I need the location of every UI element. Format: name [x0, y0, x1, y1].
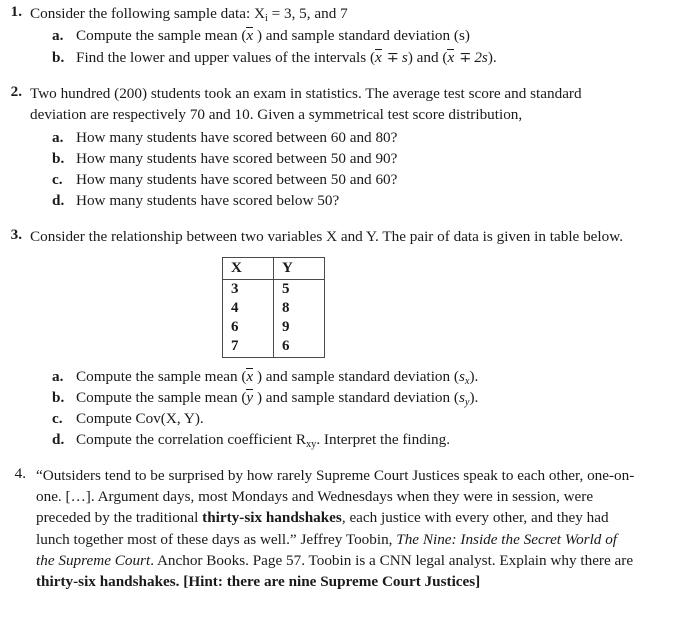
- question-2-subitem-d-text: How many students have scored below 50?: [76, 192, 340, 210]
- q1a-pre: Compute the sample mean (: [76, 27, 247, 45]
- cell-x: 7: [222, 337, 274, 358]
- table-row: 3 5: [222, 279, 325, 300]
- q4-bold-hint: thirty-six handshakes. [Hint: there are …: [36, 572, 481, 590]
- question-1-subitem-a: a. Compute the sample mean (x ) and samp…: [52, 26, 673, 47]
- cell-x: 6: [222, 318, 274, 338]
- minus-plus-icon: ∓: [459, 50, 472, 67]
- question-2-subitem-a-letter: a.: [52, 129, 64, 147]
- column-header-x: X: [222, 257, 274, 281]
- question-2-subitem-d: d. How many students have scored below 5…: [52, 191, 673, 212]
- worksheet-page: 1. Consider the following sample data: X…: [0, 3, 673, 641]
- cell-x: 3: [222, 279, 274, 300]
- question-2-subitem-b: b. How many students have scored between…: [52, 149, 673, 170]
- question-1-subitem-b: b. Find the lower and upper values of th…: [52, 48, 673, 69]
- question-3: 3. Consider the relationship between two…: [0, 226, 673, 247]
- q1b-mid: ) and (: [407, 49, 448, 67]
- question-3-subitem-a-text: Compute the sample mean (x ) and sample …: [76, 367, 673, 388]
- q3b-pre: Compute the sample mean (: [76, 389, 247, 407]
- question-3-subitem-d: d. Compute the correlation coefficient R…: [52, 430, 673, 451]
- cell-x: 4: [222, 299, 274, 319]
- question-2-subitem-c-letter: c.: [52, 171, 63, 189]
- question-2-subitem-b-text: How many students have scored between 50…: [76, 150, 398, 168]
- q3d-pre: Compute the correlation coefficient R: [76, 431, 306, 449]
- q3a-mid: ) and sample standard deviation (: [253, 368, 459, 386]
- xy-data-table: X Y 3 5 4 8 6 9 7 6: [222, 257, 325, 359]
- question-2-subitem-d-letter: d.: [52, 192, 65, 210]
- question-2-subitem-a-text: How many students have scored between 60…: [76, 129, 398, 147]
- question-3-subitem-c-letter: c.: [52, 410, 63, 428]
- cell-y: 9: [273, 318, 325, 338]
- table-row: 4 8: [222, 299, 325, 319]
- cell-y: 8: [273, 299, 325, 319]
- table-body: 3 5 4 8 6 9 7 6: [222, 279, 325, 358]
- question-2-subitem-b-letter: b.: [52, 150, 65, 168]
- q1b-2s: 2s: [474, 49, 488, 67]
- minus-plus-icon: ∓: [386, 50, 399, 67]
- table-row: 6 9: [222, 318, 325, 338]
- q3a-pre: Compute the sample mean (: [76, 368, 247, 386]
- question-2-subitem-c-text: How many students have scored between 50…: [76, 171, 398, 189]
- question-2-text: Two hundred (200) students took an exam …: [30, 85, 582, 124]
- question-1-subitem-a-text: Compute the sample mean (x ) and sample …: [76, 26, 673, 47]
- q1b-pre: Find the lower and upper values of the i…: [76, 49, 376, 67]
- question-2: 2. Two hundred (200) students took an ex…: [0, 83, 673, 125]
- question-2-subitem-a: a. How many students have scored between…: [52, 128, 673, 149]
- question-1-subitem-b-text: Find the lower and upper values of the i…: [76, 48, 673, 69]
- question-3-subitem-c: c. Compute Cov(X, Y).: [52, 409, 673, 430]
- q3b-mid: ) and sample standard deviation (: [253, 389, 459, 407]
- question-1-text-pre: Consider the following sample data: X: [30, 5, 265, 22]
- q1b-post: ).: [487, 49, 497, 67]
- question-3-subitem-c-text: Compute Cov(X, Y).: [76, 410, 204, 428]
- question-3-subitem-b-text: Compute the sample mean (y ) and sample …: [76, 388, 673, 409]
- q4-part-3: . Anchor Books. Page 57. Toobin is a CNN…: [150, 551, 634, 569]
- question-3-subitem-b: b. Compute the sample mean (y ) and samp…: [52, 388, 673, 409]
- question-1: 1. Consider the following sample data: X…: [0, 3, 673, 24]
- q3d-post: . Interpret the finding.: [316, 431, 451, 449]
- question-3-subitem-d-letter: d.: [52, 431, 65, 449]
- question-1-text: Consider the following sample data: Xi =…: [30, 3, 635, 24]
- question-3-subitem-a: a. Compute the sample mean (x ) and samp…: [52, 367, 673, 388]
- question-4-text: “Outsiders tend to be surprised by how r…: [36, 465, 636, 592]
- question-1-subitem-b-letter: b.: [52, 49, 65, 67]
- question-3-subitem-b-letter: b.: [52, 389, 65, 407]
- table-head: X Y: [222, 257, 325, 281]
- question-4: 4. “Outsiders tend to be surprised by ho…: [0, 465, 673, 592]
- r-subscript-xy: xy: [306, 439, 317, 450]
- x-bar-symbol: x: [375, 49, 382, 67]
- question-3-text: Consider the relationship between two va…: [30, 228, 623, 246]
- table-header-row: X Y: [222, 257, 325, 281]
- column-header-y: Y: [273, 257, 325, 281]
- data-table-wrapper: X Y 3 5 4 8 6 9 7 6: [0, 257, 673, 359]
- q4-bold-handshakes: thirty-six handshakes: [202, 509, 342, 527]
- question-1-text-post: = 3, 5, and 7: [267, 5, 348, 22]
- cell-y: 5: [273, 279, 325, 300]
- question-3-subitem-a-letter: a.: [52, 368, 64, 386]
- question-1-subitem-a-letter: a.: [52, 27, 64, 45]
- question-3-subitem-d-text: Compute the correlation coefficient Rxy.…: [76, 430, 673, 451]
- q3b-post: ).: [469, 389, 479, 407]
- table-row: 7 6: [222, 337, 325, 358]
- question-3-number: 3.: [10, 226, 22, 244]
- q3a-post: ).: [469, 368, 479, 386]
- q1a-post: ) and sample standard deviation (s): [253, 27, 470, 45]
- cell-y: 6: [273, 337, 325, 358]
- question-4-number: 4.: [14, 465, 26, 483]
- question-1-number: 1.: [10, 3, 22, 20]
- question-2-subitem-c: c. How many students have scored between…: [52, 170, 673, 191]
- question-2-number: 2.: [10, 83, 22, 101]
